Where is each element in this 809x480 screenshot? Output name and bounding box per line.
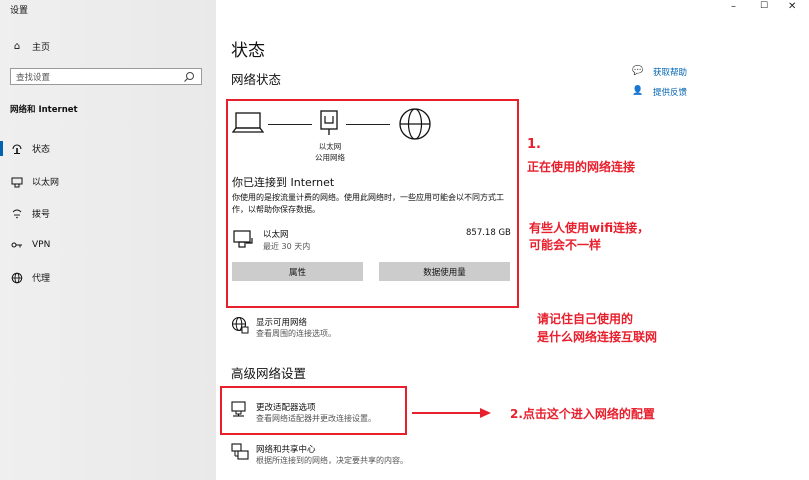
annotation-remember-line1: 请记住自己使用的 [537, 312, 634, 326]
status-icon [10, 143, 24, 155]
ethernet-usage: 857.18 GB [466, 228, 511, 238]
sidebar-item-vpn[interactable]: VPN [10, 239, 50, 251]
network-type-caption: 以太网 [318, 142, 342, 151]
ethernet-period: 最近 30 天内 [263, 242, 311, 251]
advanced-heading: 高级网络设置 [231, 366, 307, 381]
page-title: 状态 [231, 41, 265, 61]
annotation-wifi-line2: 可能会不一样 [529, 238, 602, 252]
sidebar-item-label: 代理 [32, 274, 51, 284]
network-status-heading: 网络状态 [231, 72, 282, 87]
globe-icon [399, 108, 431, 140]
ethernet-port-icon [320, 110, 338, 135]
sidebar-item-home[interactable]: ⌂ 主页 [10, 40, 50, 53]
sidebar-item-status[interactable]: 状态 [10, 142, 50, 155]
globe-network-icon [231, 316, 249, 334]
adapter-icon [231, 401, 246, 417]
section-header: 网络和 Internet [10, 105, 78, 115]
dialup-icon [10, 208, 24, 220]
annotation-step1-number: 1. [527, 137, 541, 152]
sidebar-item-dialup[interactable]: 拨号 [10, 207, 50, 220]
proxy-icon [10, 272, 24, 284]
search-input[interactable]: 查找设置 [10, 68, 202, 85]
arrow-icon [412, 408, 491, 418]
connection-description: 你使用的是按流量计费的网络。使用此网络时，一些应用可能会以不同方式工作，以帮助你… [232, 193, 504, 214]
feedback-link[interactable]: 提供反馈 [653, 86, 687, 98]
sidebar-item-ethernet[interactable]: 以太网 [10, 175, 59, 188]
window-title: 设置 [10, 6, 29, 16]
feedback-icon: 👤 [632, 86, 644, 96]
annotation-wifi-line1: 有些人使用wifi连接， [529, 221, 650, 235]
ethernet-icon [10, 176, 24, 188]
sharing-center-link[interactable]: 网络和共享中心 [256, 443, 316, 455]
annotation-step1-text: 正在使用的网络连接 [527, 160, 636, 174]
search-placeholder: 查找设置 [16, 72, 51, 83]
help-icon: 💬 [632, 66, 644, 76]
sharing-center-icon [231, 443, 249, 460]
minimize-button[interactable]: – [731, 1, 736, 12]
search-icon[interactable] [182, 70, 196, 84]
sidebar-item-label: VPN [32, 240, 51, 250]
sidebar-item-label: 状态 [32, 145, 51, 155]
ethernet-name: 以太网 [263, 230, 289, 240]
get-help-link[interactable]: 获取帮助 [653, 66, 687, 78]
laptop-icon [232, 112, 264, 133]
connection-line [268, 124, 312, 125]
vpn-icon [10, 239, 24, 251]
change-adapter-sub: 查看网络适配器并更改连接设置。 [256, 414, 376, 423]
network-profile-caption: 公用网络 [315, 153, 345, 162]
close-button[interactable]: ✕ [788, 1, 796, 12]
sharing-center-sub: 根据所连接到的网络，决定要共享的内容。 [256, 456, 408, 465]
annotation-step2: 2.点击这个进入网络的配置 [510, 407, 655, 421]
change-adapter-link[interactable]: 更改适配器选项 [256, 401, 316, 413]
sidebar: 设置 ⌂ 主页 查找设置 网络和 Internet 状态 以太网 拨号 VPN … [0, 0, 216, 480]
connection-line [346, 124, 390, 125]
properties-button[interactable]: 属性 [232, 262, 363, 281]
annotation-remember-line2: 是什么网络连接互联网 [537, 330, 658, 344]
active-indicator [0, 141, 3, 156]
data-usage-button[interactable]: 数据使用量 [379, 262, 510, 281]
sidebar-item-label: 主页 [32, 43, 51, 53]
home-icon: ⌂ [13, 41, 21, 52]
ethernet-adapter-icon [233, 230, 253, 248]
show-networks-link[interactable]: 显示可用网络 [256, 316, 307, 328]
show-networks-sub: 查看周围的连接选项。 [256, 329, 336, 338]
connection-status-title: 你已连接到 Internet [232, 176, 335, 189]
maximize-button[interactable]: ☐ [760, 1, 768, 11]
sidebar-item-proxy[interactable]: 代理 [10, 271, 50, 284]
sidebar-item-label: 拨号 [32, 210, 51, 220]
sidebar-item-label: 以太网 [32, 178, 60, 188]
